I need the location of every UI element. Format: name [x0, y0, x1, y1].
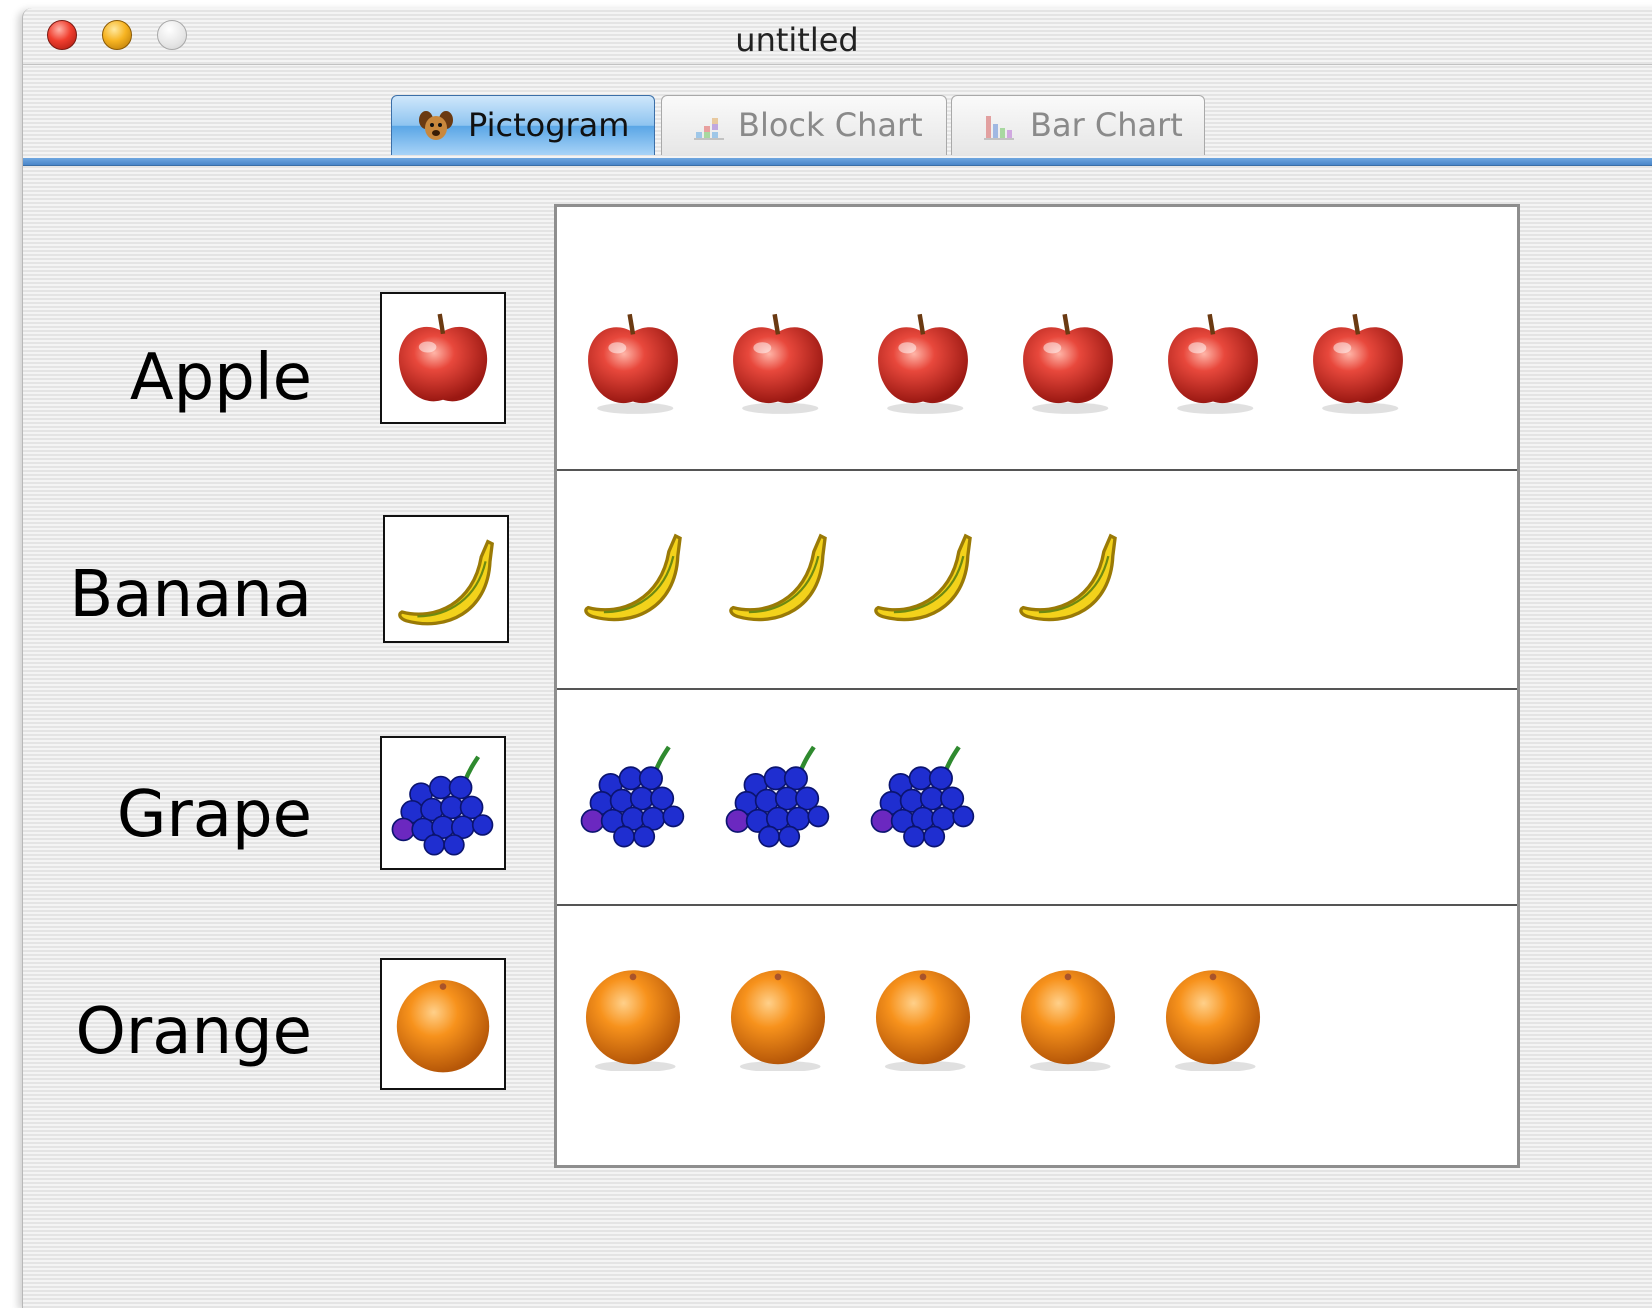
pictogram-mark-apple-2 [722, 303, 834, 415]
orange-icon [1020, 970, 1116, 1073]
tab-separator [23, 158, 1652, 166]
legend-icon-orange [380, 958, 506, 1090]
category-label-apple: Apple [129, 341, 312, 415]
grape-icon [391, 755, 494, 856]
orange-icon [875, 970, 971, 1073]
banana-icon [874, 533, 972, 622]
apple-icon [878, 313, 968, 414]
legend-icon-apple [380, 292, 506, 424]
tab-block-chart[interactable]: Block Chart [661, 95, 947, 155]
pictogram-mark-orange-3 [867, 959, 979, 1073]
bar-chart-icon [984, 116, 1014, 140]
block-chart-icon [694, 118, 724, 140]
orange-icon [730, 970, 826, 1073]
row-divider [557, 688, 1517, 690]
pictogram-mark-banana-1 [577, 518, 689, 630]
grape-icon [580, 745, 685, 848]
legend-icon-grape [380, 736, 506, 870]
row-divider [557, 469, 1517, 471]
tab-pictogram[interactable]: Pictogram [391, 95, 655, 155]
pictogram-mark-apple-6 [1302, 303, 1414, 415]
orange-icon [396, 980, 490, 1073]
pictogram-chart-area [554, 204, 1520, 1168]
pictogram-mark-banana-2 [722, 518, 834, 630]
banana-icon [1019, 533, 1117, 622]
pictogram-mark-grape-3 [867, 738, 979, 850]
orange-icon [1165, 970, 1261, 1073]
tab-bar-chart[interactable]: Bar Chart [951, 95, 1205, 155]
apple-icon [1168, 313, 1258, 414]
window-title: untitled [735, 21, 859, 59]
grape-icon [870, 745, 975, 848]
pictogram-mark-banana-3 [867, 518, 979, 630]
tab-label: Block Chart [738, 106, 923, 144]
pictogram-mark-orange-2 [722, 959, 834, 1073]
pictogram-mark-orange-1 [577, 959, 689, 1073]
dog-face-icon [419, 111, 453, 140]
banana-icon [398, 539, 494, 626]
row-divider [557, 904, 1517, 906]
category-label-banana: Banana [69, 558, 312, 632]
pictogram-mark-apple-3 [867, 303, 979, 415]
apple-icon [1023, 313, 1113, 414]
apple-icon [588, 313, 678, 414]
pictogram-mark-grape-2 [722, 738, 834, 850]
pictogram-mark-apple-1 [577, 303, 689, 415]
tab-label: Pictogram [468, 106, 630, 144]
pictogram-mark-banana-4 [1012, 518, 1124, 630]
pictogram-mark-orange-5 [1157, 959, 1269, 1073]
pictogram-mark-apple-4 [1012, 303, 1124, 415]
apple-icon [1313, 313, 1403, 414]
banana-icon [584, 533, 682, 622]
apple-icon [733, 313, 823, 414]
banana-icon [729, 533, 827, 622]
title-bar: untitled [23, 8, 1652, 65]
category-label-grape: Grape [116, 778, 312, 852]
orange-icon [585, 970, 681, 1073]
pictogram-mark-grape-1 [577, 738, 689, 850]
pictogram-mark-orange-4 [1012, 959, 1124, 1073]
legend-icon-banana [383, 515, 509, 643]
category-label-orange: Orange [75, 995, 312, 1069]
apple-icon [398, 313, 488, 402]
grape-icon [725, 745, 830, 848]
pictogram-mark-apple-5 [1157, 303, 1269, 415]
tab-label: Bar Chart [1030, 106, 1183, 144]
